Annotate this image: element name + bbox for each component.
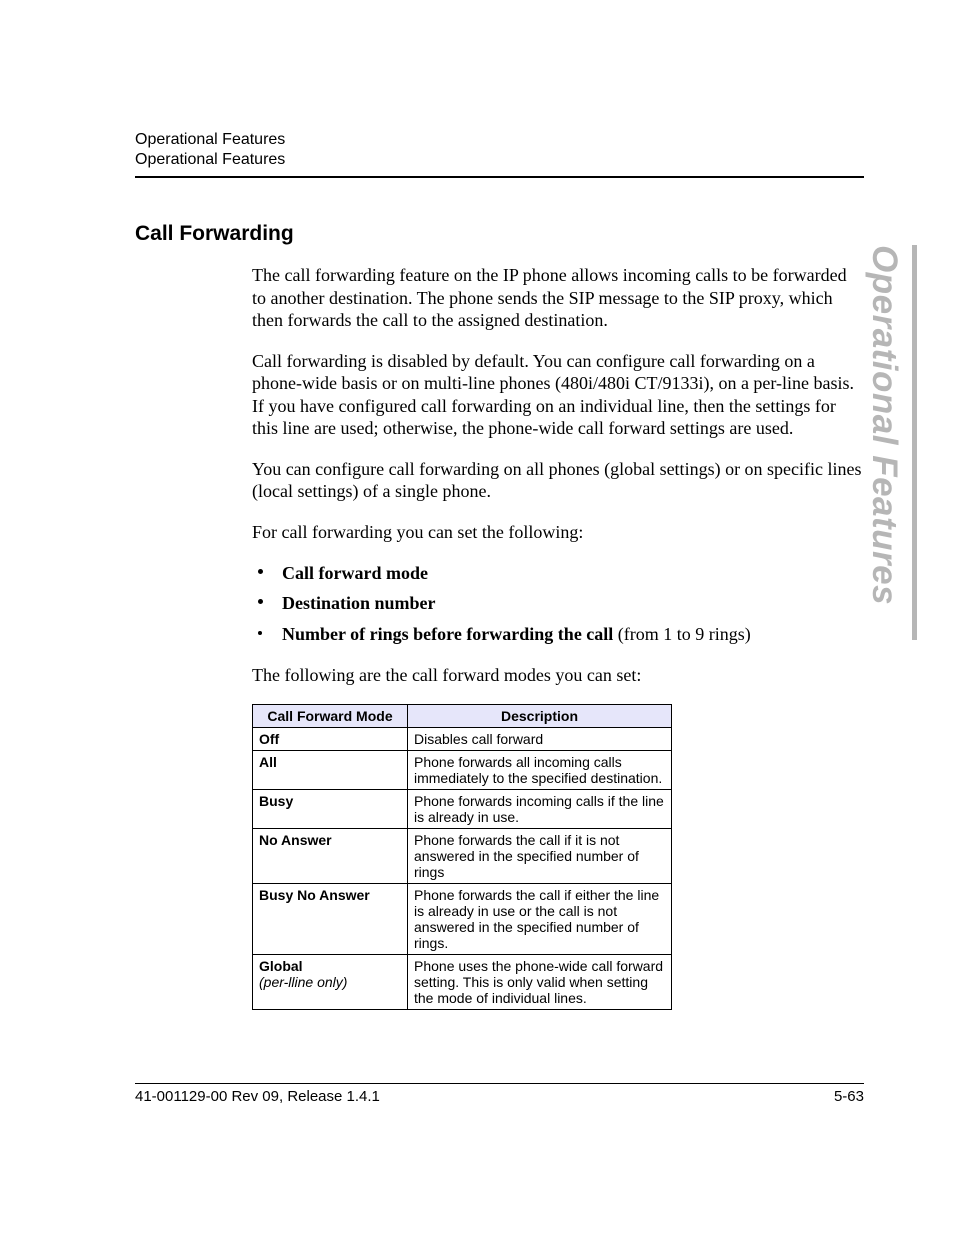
cell-description: Phone uses the phone-wide call forward s… [408, 955, 672, 1010]
footer-rule [135, 1083, 864, 1084]
list-item: Number of rings before forwarding the ca… [252, 622, 864, 646]
table-row: Busy No Answer Phone forwards the call i… [253, 884, 672, 955]
list-item-text-rest: (from 1 to 9 rings) [613, 624, 750, 644]
paragraph: You can configure call forwarding on all… [252, 458, 864, 503]
table-row: All Phone forwards all incoming calls im… [253, 751, 672, 790]
paragraph: Call forwarding is disabled by default. … [252, 350, 864, 440]
header-line-2: Operational Features [135, 150, 864, 170]
paragraph: The following are the call forward modes… [252, 664, 864, 687]
cell-mode: Global (per-lline only) [253, 955, 408, 1010]
cell-mode: Busy [253, 790, 408, 829]
cell-mode: No Answer [253, 829, 408, 884]
cell-description: Phone forwards all incoming calls immedi… [408, 751, 672, 790]
mode-name: All [259, 754, 277, 770]
mode-name: No Answer [259, 832, 332, 848]
list-item-text: Call forward mode [282, 563, 428, 583]
mode-name: Global [259, 958, 303, 974]
bullet-icon [258, 569, 263, 574]
list-item-text-bold: Number of rings before forwarding the ca… [282, 624, 613, 644]
side-tab-label: Operational Features [864, 245, 904, 605]
mode-name: Off [259, 731, 279, 747]
table-row: Off Disables call forward [253, 728, 672, 751]
list-item: Destination number [252, 591, 864, 615]
list-item: Call forward mode [252, 561, 864, 585]
section-title: Call Forwarding [135, 222, 864, 246]
cell-description: Phone forwards the call if either the li… [408, 884, 672, 955]
table-row: Global (per-lline only) Phone uses the p… [253, 955, 672, 1010]
cell-mode: Off [253, 728, 408, 751]
list-item-text: Destination number [282, 593, 436, 613]
table-header-mode: Call Forward Mode [253, 705, 408, 728]
table-header-row: Call Forward Mode Description [253, 705, 672, 728]
mode-name: Busy [259, 793, 293, 809]
bullet-list: Call forward mode Destination number Num… [252, 561, 864, 646]
cell-mode: All [253, 751, 408, 790]
body-column: The call forwarding feature on the IP ph… [252, 264, 864, 1010]
table-header-description: Description [408, 705, 672, 728]
paragraph: The call forwarding feature on the IP ph… [252, 264, 864, 332]
side-tab-bar [912, 245, 917, 640]
running-header: Operational Features Operational Feature… [135, 130, 864, 178]
footer-left: 41-001129-00 Rev 09, Release 1.4.1 [135, 1088, 380, 1105]
header-line-1: Operational Features [135, 130, 864, 150]
bullet-icon [258, 631, 262, 635]
footer-row: 41-001129-00 Rev 09, Release 1.4.1 5-63 [135, 1088, 864, 1105]
footer-right: 5-63 [834, 1088, 864, 1105]
cell-description: Phone forwards the call if it is not ans… [408, 829, 672, 884]
table-row: Busy Phone forwards incoming calls if th… [253, 790, 672, 829]
cell-description: Disables call forward [408, 728, 672, 751]
cell-description: Phone forwards incoming calls if the lin… [408, 790, 672, 829]
mode-subtext: (per-lline only) [259, 974, 347, 990]
page: Operational Features Operational Feature… [0, 0, 954, 1235]
mode-name: Busy No Answer [259, 887, 370, 903]
header-rule [135, 176, 864, 178]
cell-mode: Busy No Answer [253, 884, 408, 955]
call-forward-modes-table: Call Forward Mode Description Off Disabl… [252, 704, 672, 1010]
footer: 41-001129-00 Rev 09, Release 1.4.1 5-63 [135, 1083, 864, 1105]
table-row: No Answer Phone forwards the call if it … [253, 829, 672, 884]
bullet-icon [258, 599, 263, 604]
paragraph: For call forwarding you can set the foll… [252, 521, 864, 544]
